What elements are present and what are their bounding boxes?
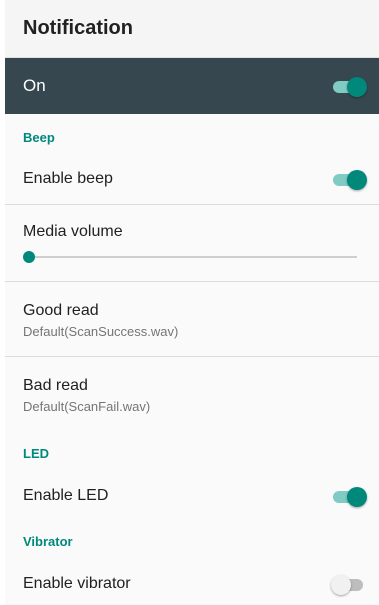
slider-track [29, 256, 357, 258]
media-volume-row: Media volume [5, 205, 379, 281]
enable-beep-switch[interactable] [331, 169, 367, 190]
section-title-beep: Beep [23, 130, 55, 145]
switch-thumb [347, 77, 367, 97]
good-read-row[interactable]: Good read Default(ScanSuccess.wav) [5, 282, 379, 356]
switch-thumb [331, 575, 351, 595]
switch-thumb [347, 170, 367, 190]
master-switch-bar[interactable]: On [5, 58, 379, 114]
good-read-label: Good read [23, 302, 99, 319]
enable-vibrator-label: Enable vibrator [23, 575, 131, 592]
enable-led-label: Enable LED [23, 487, 109, 504]
app-bar: Notification [5, 0, 379, 58]
master-toggle-switch[interactable] [331, 76, 367, 97]
good-read-value: Default(ScanSuccess.wav) [23, 324, 179, 339]
notification-settings-screen: Notification On Beep Enable beep Media v… [5, 0, 379, 605]
media-volume-slider[interactable] [23, 249, 357, 265]
slider-thumb[interactable] [23, 251, 35, 263]
bad-read-value: Default(ScanFail.wav) [23, 399, 151, 414]
enable-vibrator-switch[interactable] [331, 574, 367, 595]
enable-beep-label: Enable beep [23, 170, 113, 187]
media-volume-label: Media volume [23, 223, 123, 240]
enable-led-switch[interactable] [331, 486, 367, 507]
bad-read-row[interactable]: Bad read Default(ScanFail.wav) [5, 357, 379, 437]
enable-beep-row[interactable]: Enable beep [5, 154, 379, 204]
section-title-led: LED [23, 446, 49, 461]
switch-thumb [347, 487, 367, 507]
page-title: Notification [23, 17, 133, 39]
section-title-vibrator: Vibrator [23, 534, 73, 549]
enable-vibrator-row[interactable]: Enable vibrator [5, 559, 379, 605]
bad-read-label: Bad read [23, 377, 88, 394]
enable-led-row[interactable]: Enable LED [5, 471, 379, 521]
master-switch-label: On [23, 76, 46, 95]
